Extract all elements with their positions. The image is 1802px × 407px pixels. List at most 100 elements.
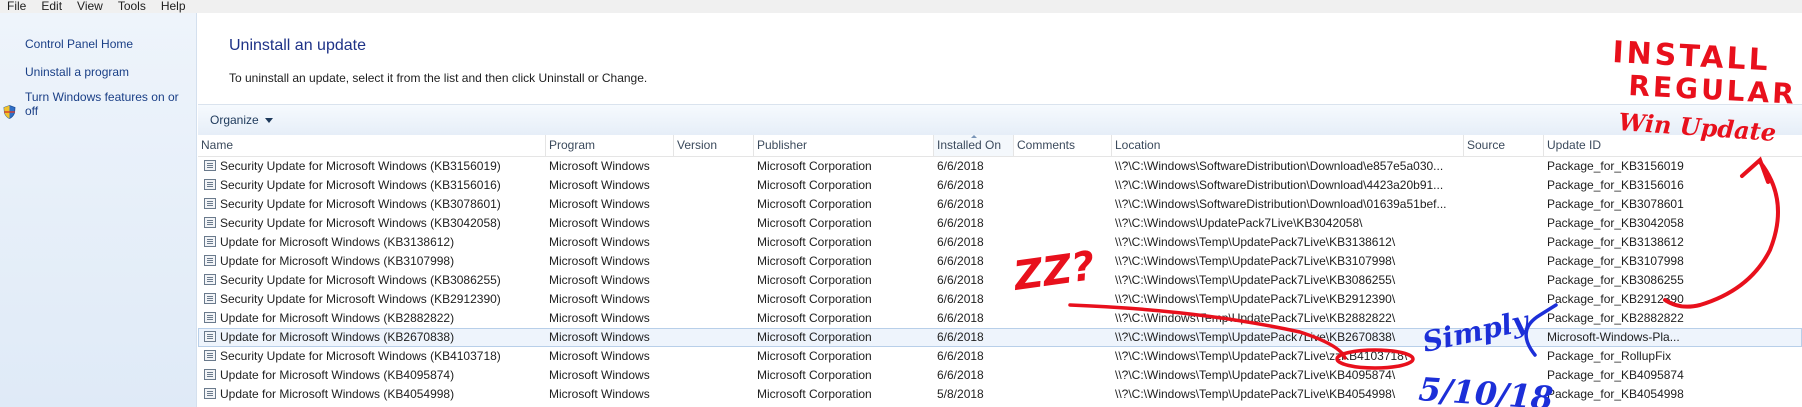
organize-button[interactable]: Organize xyxy=(210,113,273,127)
cell-publisher: Microsoft Corporation xyxy=(757,387,872,401)
cell-installed: 6/6/2018 xyxy=(937,368,984,382)
table-row[interactable]: Update for Microsoft Windows (KB3107998)… xyxy=(198,252,1802,271)
cell-publisher: Microsoft Corporation xyxy=(757,349,872,363)
cell-installed: 6/6/2018 xyxy=(937,292,984,306)
cell-program: Microsoft Windows xyxy=(549,235,650,249)
cell-comments-container xyxy=(1014,385,1112,404)
cell-source-container xyxy=(1464,195,1544,214)
cell-publisher-container: Microsoft Corporation xyxy=(754,328,934,347)
column-program[interactable]: Program xyxy=(546,135,674,156)
table-row[interactable]: Security Update for Microsoft Windows (K… xyxy=(198,214,1802,233)
cell-location: \\?\C:\Windows\Temp\UpdatePack7Live\KB40… xyxy=(1115,368,1396,382)
cell-name: Update for Microsoft Windows (KB3138612) xyxy=(220,235,455,249)
cell-program: Microsoft Windows xyxy=(549,273,650,287)
table-row[interactable]: Security Update for Microsoft Windows (K… xyxy=(198,271,1802,290)
table-row[interactable]: Security Update for Microsoft Windows (K… xyxy=(198,176,1802,195)
table-row[interactable]: Update for Microsoft Windows (KB4095874)… xyxy=(198,366,1802,385)
cell-publisher-container: Microsoft Corporation xyxy=(754,366,934,385)
cell-version-container xyxy=(674,366,754,385)
update-package-icon xyxy=(204,255,216,266)
table-row[interactable]: Update for Microsoft Windows (KB4054998)… xyxy=(198,385,1802,404)
cell-installed: 6/6/2018 xyxy=(937,178,984,192)
cell-installed: 6/6/2018 xyxy=(937,349,984,363)
table-row[interactable]: Update for Microsoft Windows (KB2670838)… xyxy=(198,328,1802,347)
cell-location-container: \\?\C:\Windows\Temp\UpdatePack7Live\KB26… xyxy=(1112,328,1464,347)
cell-installed-container: 6/6/2018 xyxy=(934,195,1014,214)
column-source[interactable]: Source xyxy=(1464,135,1544,156)
cell-comments-container xyxy=(1014,271,1112,290)
menu-help[interactable]: Help xyxy=(154,0,194,13)
cell-version-container xyxy=(674,328,754,347)
uninstall-program-link[interactable]: Uninstall a program xyxy=(25,65,129,79)
cell-program-container: Microsoft Windows xyxy=(546,290,674,309)
menu-edit[interactable]: Edit xyxy=(34,0,70,13)
control-panel-home-link[interactable]: Control Panel Home xyxy=(25,37,133,51)
windows-features-line2: off xyxy=(25,104,39,118)
cell-installed-container: 5/8/2018 xyxy=(934,385,1014,404)
table-row[interactable]: Security Update for Microsoft Windows (K… xyxy=(198,157,1802,176)
cell-source-container xyxy=(1464,157,1544,176)
cell-installed-container: 6/6/2018 xyxy=(934,176,1014,195)
update-package-icon xyxy=(204,160,216,171)
cell-version-container xyxy=(674,385,754,404)
cell-installed-container: 6/6/2018 xyxy=(934,252,1014,271)
cell-comments-container xyxy=(1014,195,1112,214)
cell-installed: 6/6/2018 xyxy=(937,197,984,211)
update-list: Security Update for Microsoft Windows (K… xyxy=(198,157,1802,404)
column-update-id[interactable]: Update ID xyxy=(1544,135,1802,156)
update-package-icon xyxy=(204,217,216,228)
cell-publisher: Microsoft Corporation xyxy=(757,254,872,268)
column-name[interactable]: Name xyxy=(198,135,546,156)
cell-comments-container xyxy=(1014,290,1112,309)
toolbar: Organize xyxy=(198,104,1802,136)
cell-program-container: Microsoft Windows xyxy=(546,328,674,347)
table-row[interactable]: Update for Microsoft Windows (KB3138612)… xyxy=(198,233,1802,252)
cell-location-container: \\?\C:\Windows\Temp\UpdatePack7Live\zzKB… xyxy=(1112,347,1464,366)
cell-installed: 6/6/2018 xyxy=(937,159,984,173)
cell-publisher: Microsoft Corporation xyxy=(757,330,872,344)
page-title: Uninstall an update xyxy=(229,37,366,54)
cell-update-id-container: Package_for_KB3086255 xyxy=(1544,271,1802,290)
windows-features-link[interactable]: Turn Windows features on or off xyxy=(25,90,179,118)
cell-source-container xyxy=(1464,328,1544,347)
table-row[interactable]: Security Update for Microsoft Windows (K… xyxy=(198,290,1802,309)
menu-file[interactable]: File xyxy=(0,0,34,13)
cell-program-container: Microsoft Windows xyxy=(546,214,674,233)
cell-update-id-container: Package_for_KB3042058 xyxy=(1544,214,1802,233)
cell-installed-container: 6/6/2018 xyxy=(934,328,1014,347)
column-comments[interactable]: Comments xyxy=(1014,135,1112,156)
cell-program: Microsoft Windows xyxy=(549,349,650,363)
cell-update-id-container: Microsoft-Windows-Pla... xyxy=(1544,328,1802,347)
cell-location: \\?\C:\Windows\Temp\UpdatePack7Live\KB30… xyxy=(1115,273,1396,287)
cell-location-container: \\?\C:\Windows\UpdatePack7Live\KB3042058… xyxy=(1112,214,1464,233)
table-row[interactable]: Update for Microsoft Windows (KB2882822)… xyxy=(198,309,1802,328)
update-package-icon xyxy=(204,274,216,285)
cell-installed-container: 6/6/2018 xyxy=(934,233,1014,252)
cell-publisher: Microsoft Corporation xyxy=(757,235,872,249)
cell-location: \\?\C:\Windows\SoftwareDistribution\Down… xyxy=(1115,178,1444,192)
cell-location-container: \\?\C:\Windows\SoftwareDistribution\Down… xyxy=(1112,157,1464,176)
column-location[interactable]: Location xyxy=(1112,135,1464,156)
update-package-icon xyxy=(204,369,216,380)
cell-name: Security Update for Microsoft Windows (K… xyxy=(220,197,501,211)
menu-tools[interactable]: Tools xyxy=(111,0,154,13)
column-version[interactable]: Version xyxy=(674,135,754,156)
annotation-install: INSTALL xyxy=(1612,35,1772,78)
cell-installed: 5/8/2018 xyxy=(937,387,984,401)
cell-location: \\?\C:\Windows\Temp\UpdatePack7Live\KB26… xyxy=(1115,330,1396,344)
cell-name-container: Security Update for Microsoft Windows (K… xyxy=(198,195,546,214)
cell-version-container xyxy=(674,271,754,290)
cell-source-container xyxy=(1464,366,1544,385)
cell-source-container xyxy=(1464,290,1544,309)
sort-up-icon xyxy=(970,135,977,138)
menu-view[interactable]: View xyxy=(70,0,111,13)
column-installed-on[interactable]: Installed On xyxy=(934,135,1014,156)
table-row[interactable]: Security Update for Microsoft Windows (K… xyxy=(198,347,1802,366)
column-publisher[interactable]: Publisher xyxy=(754,135,934,156)
table-row[interactable]: Security Update for Microsoft Windows (K… xyxy=(198,195,1802,214)
cell-program: Microsoft Windows xyxy=(549,368,650,382)
cell-name: Security Update for Microsoft Windows (K… xyxy=(220,216,501,230)
cell-name-container: Security Update for Microsoft Windows (K… xyxy=(198,347,546,366)
cell-name-container: Security Update for Microsoft Windows (K… xyxy=(198,176,546,195)
cell-update-id: Package_for_KB3156016 xyxy=(1547,178,1684,192)
